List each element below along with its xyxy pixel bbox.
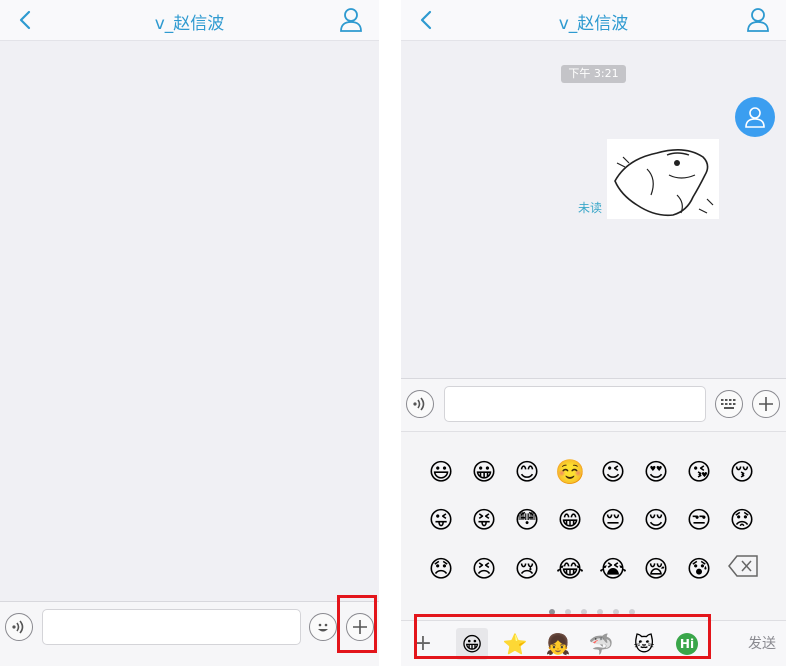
emoji-face-icon[interactable] (309, 613, 337, 641)
emoji-item[interactable]: 😞 (426, 554, 456, 584)
timestamp: 下午 3:21 (561, 65, 626, 83)
emoji-item[interactable]: 😝 (469, 505, 499, 535)
emoji-item[interactable]: 😣 (469, 554, 499, 584)
emoji-item[interactable]: 😂 (555, 554, 585, 584)
avatar[interactable] (735, 97, 775, 137)
unread-label: 未读 (578, 201, 603, 215)
emoji-item[interactable]: 😪 (641, 554, 671, 584)
header-bar: v_赵信波 (0, 0, 379, 41)
emoji-item[interactable]: 😘 (684, 457, 714, 487)
emoji-item[interactable]: 😍 (641, 457, 671, 487)
emoji-item[interactable]: 😳 (512, 505, 542, 535)
keyboard-icon[interactable] (715, 390, 743, 418)
emoji-item[interactable]: 😰 (684, 554, 714, 584)
person-icon[interactable] (746, 7, 770, 33)
message-area (0, 41, 379, 601)
highlight-box (414, 614, 711, 659)
emoji-item[interactable]: 😚 (727, 457, 757, 487)
message-input[interactable] (444, 386, 706, 422)
emoji-item[interactable]: 😒 (684, 505, 714, 535)
send-button[interactable]: 发送 (748, 633, 776, 653)
emoji-item[interactable]: 😌 (641, 505, 671, 535)
voice-icon[interactable] (5, 613, 33, 641)
left-chat-screen: v_赵信波 (0, 0, 379, 666)
right-chat-screen: v_赵信波 下午 3:21 未读 😃 😀 😊 ☺️ 😉 😍 😘 😚 😜 😝 😳 … (401, 0, 786, 666)
person-icon[interactable] (339, 7, 363, 33)
chat-title: v_赵信波 (558, 14, 629, 34)
input-bar (0, 601, 379, 666)
sticker-image[interactable] (607, 139, 719, 219)
highlight-box (337, 595, 377, 653)
backspace-icon[interactable] (727, 554, 758, 584)
message-area: 下午 3:21 未读 (401, 41, 786, 378)
input-bar (401, 378, 786, 432)
emoji-item[interactable]: ☺️ (555, 457, 585, 487)
emoji-item[interactable]: 😊 (512, 457, 542, 487)
voice-icon[interactable] (406, 390, 434, 418)
emoji-item[interactable]: 😀 (469, 457, 499, 487)
header-bar: v_赵信波 (401, 0, 786, 41)
emoji-item[interactable]: 😟 (727, 505, 757, 535)
emoji-item[interactable]: 😃 (426, 457, 456, 487)
emoji-item[interactable]: 😁 (555, 505, 585, 535)
emoji-item[interactable]: 😭 (598, 554, 628, 584)
emoji-item[interactable]: 😢 (512, 554, 542, 584)
emoji-item[interactable]: 😜 (426, 505, 456, 535)
message-input[interactable] (42, 609, 301, 645)
chat-title: v_赵信波 (154, 14, 225, 34)
emoji-item[interactable]: 😉 (598, 457, 628, 487)
emoji-item[interactable]: 😔 (598, 505, 628, 535)
plus-icon[interactable] (752, 390, 780, 418)
